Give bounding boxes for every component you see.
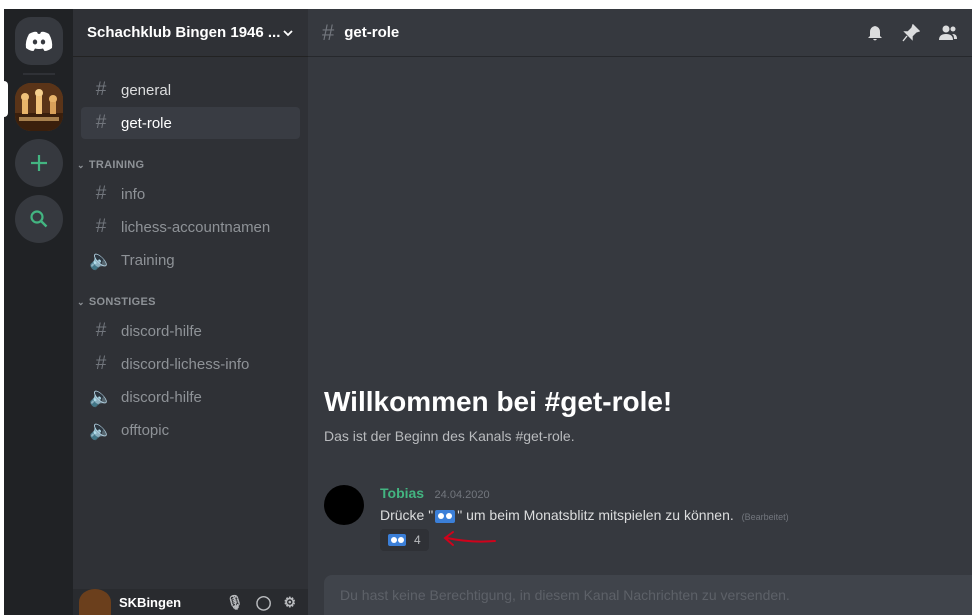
edited-label: (Bearbeitet) (741, 512, 789, 522)
message: Tobias 24.04.2020 Drücke " " um beim Mona… (324, 485, 789, 551)
channel-label: general (121, 81, 172, 99)
channel-label: discord-hilfe (121, 388, 202, 406)
explore-servers-button[interactable] (14, 195, 63, 243)
channel-info[interactable]: # info (81, 178, 300, 210)
speaker-icon: 🔈 (89, 387, 113, 408)
chess-pieces-icon (14, 83, 63, 131)
message-author[interactable]: Tobias (380, 485, 424, 501)
discord-logo-icon (25, 31, 52, 51)
microphone-icon[interactable]: 🎙 (226, 594, 244, 611)
channel-lichess-accountnamen[interactable]: # lichess-accountnamen (81, 211, 300, 243)
channel-label: Training (121, 251, 175, 269)
headphones-icon[interactable]: ◯ (256, 594, 272, 611)
search-icon (29, 210, 47, 228)
discord-window: Schachklub Bingen 1946 ... # general # g… (4, 9, 972, 615)
channel-sidebar: Schachklub Bingen 1946 ... # general # g… (73, 9, 308, 615)
chevron-down-icon (283, 29, 293, 36)
speaker-icon: 🔈 (89, 420, 113, 441)
reaction-count: 4 (414, 533, 421, 547)
member-list-icon[interactable] (938, 24, 958, 42)
server-icon-schachklub[interactable] (14, 83, 63, 131)
rail-separator (22, 73, 55, 75)
rules-channel-icon: # (322, 19, 335, 45)
chat-area: # get-role Willkommen bei #get-role! Das… (308, 9, 972, 615)
pin-icon[interactable] (902, 23, 920, 42)
hashtag-icon: # (95, 320, 107, 341)
welcome-subtitle: Das ist der Beginn des Kanals #get-role. (324, 428, 575, 444)
welcome-title: Willkommen bei #get-role! (324, 386, 673, 417)
message-text-before: Drücke " (380, 507, 434, 523)
chevron-down-icon: ⌄ (77, 159, 85, 170)
annotation-arrow-icon (443, 531, 496, 546)
message-timestamp: 24.04.2020 (434, 489, 490, 501)
rules-channel-icon: # (95, 183, 107, 204)
channel-list: # general # get-role ⌄ TRAINING # info #… (73, 57, 308, 446)
hashtag-icon: # (95, 353, 107, 374)
eyes-emoji-icon (435, 509, 456, 523)
discord-home-button[interactable] (14, 17, 63, 65)
avatar[interactable] (324, 485, 364, 525)
server-rail (4, 9, 73, 615)
reaction-button[interactable]: 4 (380, 529, 429, 551)
channel-topbar: # get-role (308, 9, 972, 57)
chevron-down-icon: ⌄ (77, 296, 85, 307)
channel-label: get-role (121, 114, 172, 132)
plus-icon (30, 155, 47, 171)
server-name-header[interactable]: Schachklub Bingen 1946 ... (73, 9, 308, 57)
server-name: Schachklub Bingen 1946 ... (87, 24, 281, 41)
category-label: SONSTIGES (88, 296, 156, 308)
channel-title: get-role (344, 24, 400, 41)
gear-icon[interactable]: ⚙ (283, 594, 296, 611)
message-content: Drücke " " um beim Monatsblitz mitspielen… (380, 507, 789, 523)
username: SKBingen (119, 594, 182, 610)
rules-channel-icon: # (95, 216, 107, 237)
channel-general[interactable]: # general (81, 74, 300, 106)
channel-training-voice[interactable]: 🔈 Training (81, 244, 300, 276)
eyes-emoji-icon (388, 534, 406, 546)
channel-discord-hilfe[interactable]: # discord-hilfe (81, 315, 300, 347)
active-server-indicator (4, 81, 8, 117)
user-avatar[interactable] (79, 589, 111, 615)
channel-welcome: Willkommen bei #get-role! Das ist der Be… (324, 386, 672, 444)
channel-label: info (121, 185, 146, 203)
user-panel: SKBingen 🎙 ◯ ⚙ (73, 589, 308, 615)
category-training[interactable]: ⌄ TRAINING (73, 153, 308, 177)
category-label: TRAINING (88, 159, 145, 171)
bell-icon[interactable] (866, 24, 884, 42)
composer-placeholder: Du hast keine Berechtigung, in diesem Ka… (340, 587, 790, 603)
hashtag-icon: # (95, 79, 107, 100)
channel-label: offtopic (121, 421, 170, 439)
channel-label: discord-hilfe (121, 322, 202, 340)
channel-offtopic-voice[interactable]: 🔈 offtopic (81, 414, 300, 446)
category-sonstiges[interactable]: ⌄ SONSTIGES (73, 290, 308, 314)
channel-label: discord-lichess-info (121, 355, 250, 373)
message-text-after: " um beim Monatsblitz mitspielen zu könn… (457, 507, 734, 523)
message-composer-disabled: Du hast keine Berechtigung, in diesem Ka… (324, 575, 972, 615)
channel-discord-hilfe-voice[interactable]: 🔈 discord-hilfe (81, 381, 300, 413)
add-server-button[interactable] (14, 139, 63, 187)
speaker-icon: 🔈 (89, 250, 113, 271)
channel-get-role[interactable]: # get-role (81, 107, 300, 139)
rules-channel-icon: # (95, 112, 107, 133)
channel-discord-lichess-info[interactable]: # discord-lichess-info (81, 348, 300, 380)
channel-label: lichess-accountnamen (121, 218, 271, 236)
